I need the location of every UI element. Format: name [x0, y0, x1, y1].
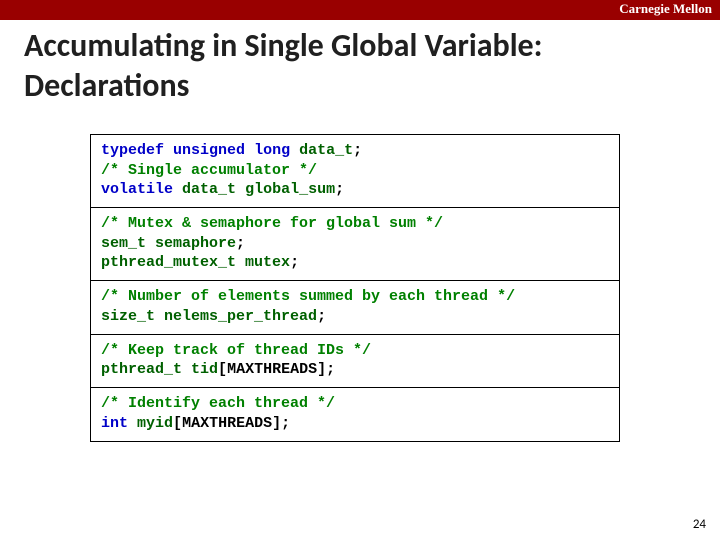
type-pthread-t: pthread_t	[101, 361, 182, 378]
lbracket: [	[218, 361, 227, 378]
org-label: Carnegie Mellon	[619, 1, 712, 17]
comment-myid: /* Identify each thread */	[101, 395, 335, 412]
header-bar: Carnegie Mellon	[0, 0, 720, 20]
ident-global-sum: global_sum	[245, 181, 335, 198]
type-data-t: data_t	[299, 142, 353, 159]
semicolon: ;	[290, 254, 299, 271]
comment-nelems: /* Number of elements summed by each thr…	[101, 288, 515, 305]
ident-tid: tid	[191, 361, 218, 378]
semicolon: ;	[317, 308, 326, 325]
lbracket: [	[173, 415, 182, 432]
code-text: /* Keep track of thread IDs */ pthread_t…	[101, 341, 609, 380]
page-number: 24	[693, 517, 706, 532]
semicolon: ;	[335, 181, 344, 198]
semicolon: ;	[236, 235, 245, 252]
type-sem-t: sem_t	[101, 235, 146, 252]
ident-nelems: nelems_per_thread	[164, 308, 317, 325]
type-pthread-mutex-t: pthread_mutex_t	[101, 254, 236, 271]
kw-int: int	[101, 415, 128, 432]
code-block-nelems: /* Number of elements summed by each thr…	[90, 280, 620, 335]
rbracket-semi: ];	[317, 361, 335, 378]
ident-mutex: mutex	[245, 254, 290, 271]
code-text: /* Number of elements summed by each thr…	[101, 287, 609, 326]
code-block-typedef: typedef unsigned long data_t; /* Single …	[90, 134, 620, 209]
code-block-mutex-sem: /* Mutex & semaphore for global sum */ s…	[90, 207, 620, 282]
type-size-t: size_t	[101, 308, 155, 325]
kw-unsigned: unsigned	[173, 142, 245, 159]
kw-long: long	[254, 142, 290, 159]
ident-myid: myid	[137, 415, 173, 432]
comment-mutex-sem: /* Mutex & semaphore for global sum */	[101, 215, 443, 232]
comment-tid: /* Keep track of thread IDs */	[101, 342, 371, 359]
rbracket-semi: ];	[272, 415, 290, 432]
const-maxthreads: MAXTHREADS	[227, 361, 317, 378]
code-block-tid: /* Keep track of thread IDs */ pthread_t…	[90, 334, 620, 389]
const-maxthreads: MAXTHREADS	[182, 415, 272, 432]
code-text: /* Identify each thread */ int myid[MAXT…	[101, 394, 609, 433]
semicolon: ;	[353, 142, 362, 159]
code-block-myid: /* Identify each thread */ int myid[MAXT…	[90, 387, 620, 442]
type-data-t2: data_t	[182, 181, 236, 198]
ident-semaphore: semaphore	[155, 235, 236, 252]
code-text: typedef unsigned long data_t; /* Single …	[101, 141, 609, 200]
comment-single-accumulator: /* Single accumulator */	[101, 162, 317, 179]
slide-title: Accumulating in Single Global Variable: …	[24, 26, 674, 106]
code-text: /* Mutex & semaphore for global sum */ s…	[101, 214, 609, 273]
kw-typedef: typedef	[101, 142, 164, 159]
kw-volatile: volatile	[101, 181, 173, 198]
code-area: typedef unsigned long data_t; /* Single …	[90, 134, 620, 442]
